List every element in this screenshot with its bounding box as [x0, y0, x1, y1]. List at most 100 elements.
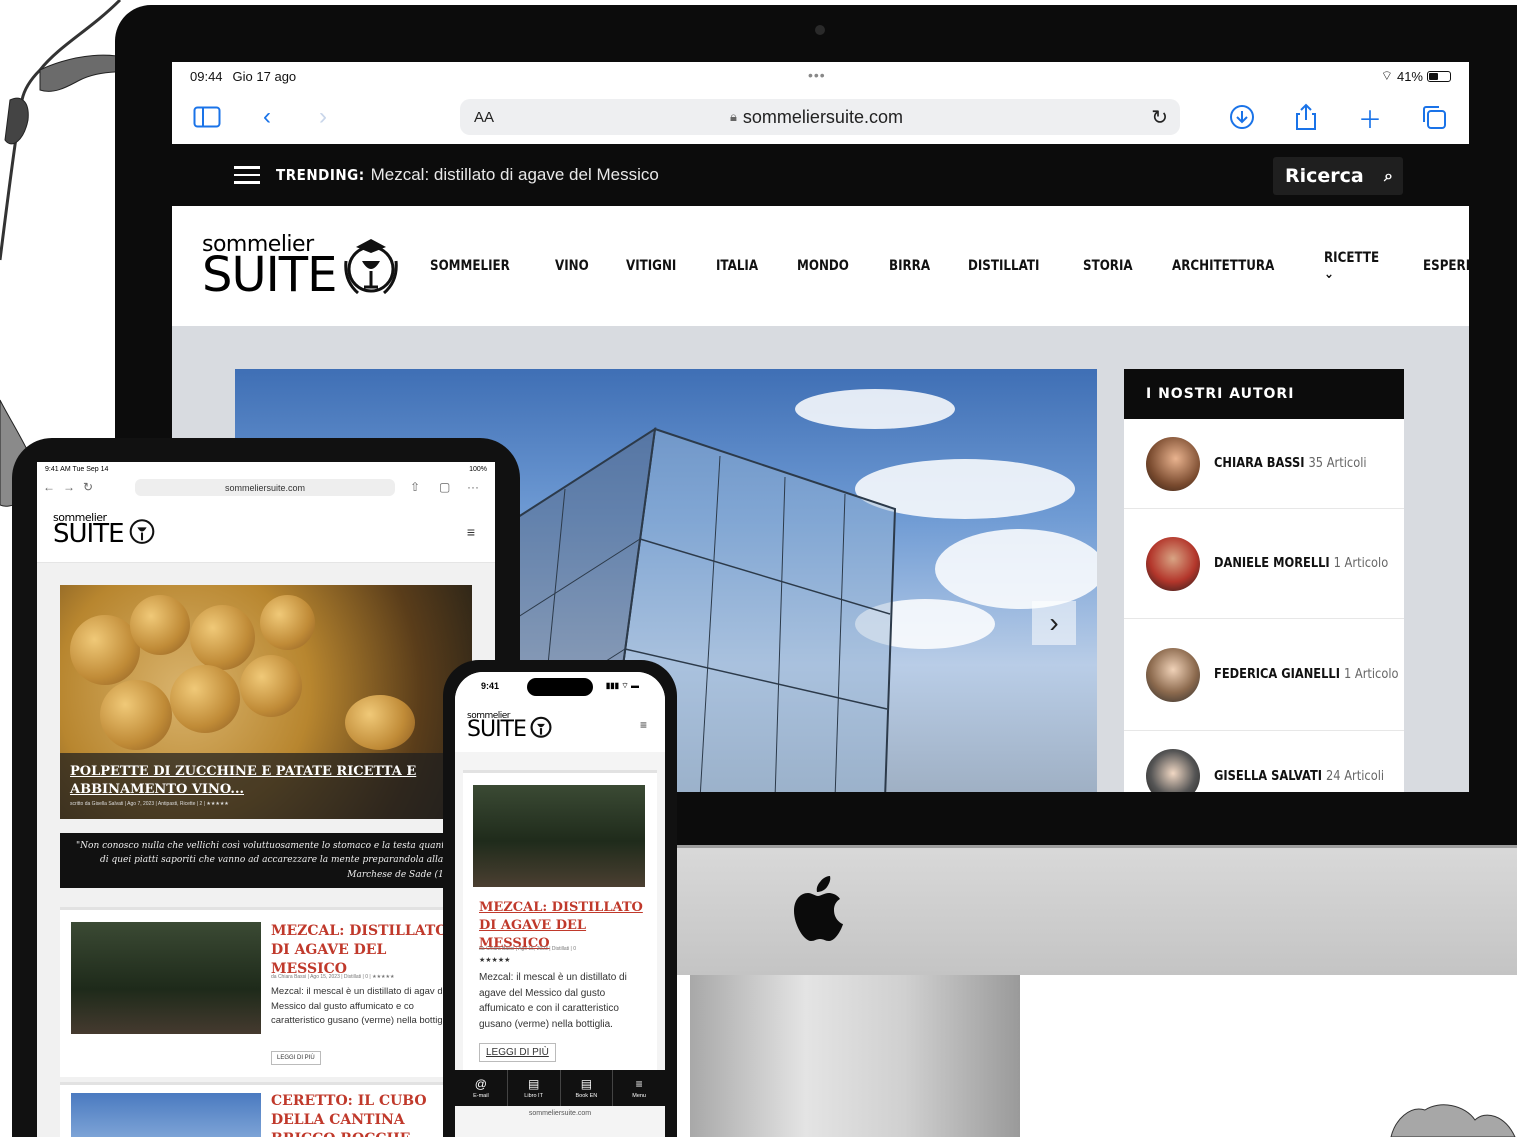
apple-logo-icon	[794, 876, 843, 941]
tab-email[interactable]: @ E-mail	[455, 1070, 508, 1106]
post-title[interactable]: CERETTO: IL CUBO DELLA CANTINA BRICCO RO…	[271, 1092, 471, 1137]
url-display[interactable]: 🔒︎ sommeliersuite.com	[730, 107, 903, 128]
more-icon[interactable]: ···	[467, 480, 479, 494]
author-name: CHIARA BASSI 35 Articoli	[1214, 456, 1367, 471]
trending-bar: TRENDING: Mezcal: distillato di agave de…	[172, 144, 1469, 206]
site-logo[interactable]: sommelier SUITE	[53, 512, 160, 548]
address-bar[interactable]: AA 🔒︎ sommeliersuite.com ↻	[460, 99, 1180, 135]
logo-wordmark: sommelier SUITE	[202, 233, 337, 304]
back-arrow-icon[interactable]: ←	[43, 480, 55, 494]
nav-storia[interactable]: STORIA	[1083, 258, 1133, 274]
nav-mondo[interactable]: MONDO	[797, 258, 849, 274]
quote-line: "Non conosco nulla che vellichi così vol…	[76, 841, 464, 851]
tab-label: Book EN	[575, 1093, 598, 1099]
toolbar-actions: ＋	[1227, 102, 1449, 134]
author-item[interactable]: DANIELE MORELLI 1 Articolo	[1124, 509, 1404, 619]
post-card[interactable]: CERETTO: IL CUBO DELLA CANTINA BRICCO RO…	[60, 1082, 472, 1137]
slider-next-arrow-icon[interactable]: ›	[1032, 601, 1076, 645]
logo-bottom-text: SUITE	[202, 247, 337, 304]
browser-toolbar: ‹ › AA 🔒︎ sommeliersuite.com ↻ ＋	[172, 90, 1469, 144]
tab-libro-it[interactable]: ▤ Libro IT	[508, 1070, 561, 1106]
sidebar-toggle-icon[interactable]	[192, 102, 222, 132]
quote-block: "Non conosco nulla che vellichi così vol…	[60, 833, 472, 888]
forward-arrow-icon[interactable]: ›	[308, 102, 338, 132]
avatar	[1146, 749, 1200, 792]
share-icon[interactable]	[1291, 102, 1321, 132]
quote-author: Marchese de Sade (1740-	[347, 869, 464, 880]
phone-browser-screen: 9:41 ▮▮▮ ⌔ ▬ sommelier SUITE ≡ MEZCAL: D…	[455, 672, 665, 1137]
tablet-battery: 100%	[469, 465, 487, 473]
forward-arrow-icon[interactable]: →	[63, 480, 75, 494]
site-logo[interactable]: sommelier SUITE	[467, 711, 556, 741]
hamburger-menu-icon[interactable]: ≡	[467, 524, 475, 540]
author-name-text: CHIARA BASSI	[1214, 456, 1305, 471]
text-size-button[interactable]: AA	[474, 109, 494, 126]
tablet-time: 9:41 AM Tue Sep 14	[45, 465, 109, 473]
phone-address-bar[interactable]: sommeliersuite.com	[455, 1110, 665, 1117]
author-item[interactable]: CHIARA BASSI 35 Articoli	[1124, 419, 1404, 509]
featured-post-title[interactable]: POLPETTE DI ZUCCHINE E PATATE RICETTA E …	[70, 763, 462, 798]
post-thumbnail[interactable]	[71, 1093, 261, 1137]
post-thumbnail[interactable]	[71, 922, 261, 1034]
read-more-button[interactable]: LEGGI DI PIÙ	[271, 1051, 321, 1065]
featured-post-meta: scritto da Gisella Salvati | Ago 7, 2023…	[70, 801, 229, 808]
nav-italia[interactable]: ITALIA	[716, 258, 758, 274]
post-meta: da Chiara Bassi | Ago 15, 2023 | Distill…	[479, 946, 577, 952]
featured-post-caption: POLPETTE DI ZUCCHINE E PATATE RICETTA E …	[60, 753, 472, 819]
stone-sketch-illustration	[1390, 1104, 1516, 1137]
read-more-button[interactable]: LEGGI DI PIÙ	[479, 1043, 556, 1062]
imac-stand	[690, 975, 1020, 1137]
nav-architettura[interactable]: ARCHITETTURA	[1172, 258, 1274, 274]
imac-camera	[815, 25, 825, 35]
authors-title: I NOSTRI AUTORI	[1124, 369, 1404, 419]
url-text: sommeliersuite.com	[742, 106, 903, 127]
nav-vitigni[interactable]: VITIGNI	[626, 258, 676, 274]
author-item[interactable]: GISELLA SALVATI 24 Articoli	[1124, 731, 1404, 792]
site-logo[interactable]: sommelier SUITE	[202, 231, 406, 301]
logo-wordmark: sommelier SUITE	[467, 711, 527, 743]
post-card[interactable]: MEZCAL: DISTILLATO DI AGAVE DEL MESSICO …	[463, 770, 657, 1070]
nav-vino[interactable]: VINO	[555, 258, 589, 274]
featured-post-card[interactable]: POLPETTE DI ZUCCHINE E PATATE RICETTA E …	[60, 585, 472, 819]
search-icon[interactable]: ⌕	[1384, 166, 1393, 186]
nav-sommelier[interactable]: SOMMELIER	[430, 258, 510, 274]
post-card[interactable]: MEZCAL: DISTILLATO DI AGAVE DEL MESSICO …	[60, 907, 472, 1077]
new-tab-plus-icon[interactable]: ＋	[1355, 102, 1385, 134]
tabs-overview-icon[interactable]	[1419, 102, 1449, 132]
avatar	[1146, 536, 1200, 591]
hamburger-menu-icon[interactable]	[234, 166, 260, 184]
nav-ricette[interactable]: RICETTE ⌄	[1324, 250, 1382, 282]
logo-emblem-icon	[344, 239, 399, 295]
tab-book-en[interactable]: ▤ Book EN	[561, 1070, 614, 1106]
logo-bottom-text: SUITE	[467, 717, 527, 743]
reload-icon[interactable]: ↻	[83, 480, 93, 494]
post-thumbnail[interactable]	[473, 785, 645, 887]
trending-link[interactable]: Mezcal: distillato di agave del Messico	[371, 165, 659, 185]
tablet-url-text: sommeliersuite.com	[224, 482, 306, 493]
download-icon[interactable]	[1227, 102, 1257, 132]
nav-birra[interactable]: BIRRA	[889, 258, 930, 274]
search-input[interactable]: Ricerca ⌕	[1273, 157, 1403, 195]
reload-icon[interactable]: ↻	[1151, 105, 1168, 130]
avatar	[1146, 436, 1200, 491]
author-name-text: GISELLA SALVATI	[1214, 768, 1323, 784]
back-arrow-icon[interactable]: ‹	[252, 102, 282, 132]
share-icon[interactable]: ⇧	[410, 480, 420, 494]
dynamic-island	[527, 678, 593, 696]
multitask-dots-icon[interactable]: •••	[808, 67, 826, 83]
tabs-overview-icon[interactable]: ▢	[439, 480, 450, 494]
phone-tab-bar: @ E-mail ▤ Libro IT ▤ Book EN ≡ Menu	[455, 1070, 665, 1106]
tablet-address-bar[interactable]: sommeliersuite.com	[135, 479, 395, 496]
device-mockup-stage: 09:44 Gio 17 ago ••• ⌔ 41% ‹ › AA 🔒︎ som…	[0, 0, 1517, 1137]
rating-stars: ★★★★★	[479, 957, 511, 964]
author-item[interactable]: FEDERICA GIANELLI 1 Articolo	[1124, 619, 1404, 731]
nav-distillati[interactable]: DISTILLATI	[968, 258, 1039, 274]
nav-esperienze[interactable]: ESPERIENZE	[1423, 258, 1469, 274]
hamburger-menu-icon[interactable]: ≡	[640, 718, 647, 732]
author-name: GISELLA SALVATI 24 Articoli	[1214, 769, 1384, 784]
tab-menu[interactable]: ≡ Menu	[613, 1070, 665, 1106]
tab-label: Libro IT	[524, 1093, 543, 1099]
post-title[interactable]: MEZCAL: DISTILLATO DI AGAVE DEL MESSICO	[271, 922, 461, 979]
author-name: DANIELE MORELLI 1 Articolo	[1214, 556, 1388, 571]
nav-ricette-label: RICETTE	[1323, 250, 1379, 266]
